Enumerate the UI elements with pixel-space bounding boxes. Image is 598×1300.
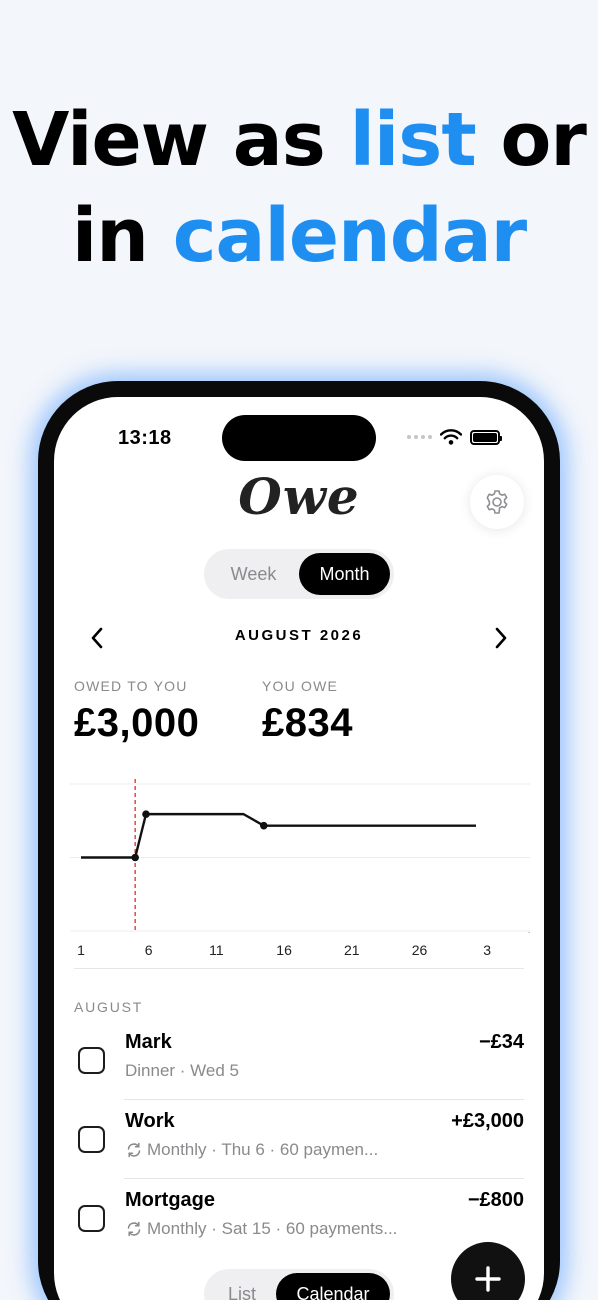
month-label: AUGUST 2026 — [234, 627, 364, 644]
item-subtitle: Dinner · Wed 5 — [125, 1061, 239, 1081]
item-name: Work — [125, 1110, 175, 1132]
item-subtitle: Monthly · Thu 6 · 60 paymen... — [125, 1140, 378, 1160]
dynamic-island — [222, 415, 376, 461]
tab-week[interactable]: Week — [208, 553, 299, 595]
balance-line — [81, 812, 476, 859]
section-label: AUGUST — [74, 999, 144, 1015]
data-point — [259, 821, 268, 830]
item-amount: +£3,000 — [451, 1110, 524, 1132]
headline-accent-calendar: calendar — [172, 193, 527, 279]
plus-icon — [475, 1266, 501, 1292]
signal-icon — [407, 435, 432, 439]
item-subtitle: Monthly · Sat 15 · 60 payments... — [125, 1219, 397, 1239]
x-tick-label: 6 — [145, 942, 153, 958]
you-owe-label: YOU OWE — [262, 678, 339, 694]
data-point — [142, 810, 150, 818]
item-amount: −£34 — [478, 1031, 524, 1053]
gear-icon — [486, 490, 508, 514]
item-subtitle-text: Monthly · Thu 6 · 60 paymen... — [147, 1140, 379, 1159]
headline-line-2: in calendar — [0, 188, 598, 284]
you-owe-value: £834 — [262, 701, 353, 745]
wifi-icon — [440, 429, 462, 445]
x-tick-label: 26 — [412, 942, 428, 958]
status-indicators — [407, 429, 502, 445]
x-tick-label: 16 — [276, 942, 292, 958]
status-time: 13:18 — [118, 427, 172, 449]
item-checkbox[interactable] — [78, 1126, 105, 1153]
x-tick-label: 3 — [483, 942, 491, 958]
tab-calendar[interactable]: Calendar — [276, 1273, 390, 1300]
headline-accent-list: list — [349, 97, 477, 183]
phone-screen: 13:18 Owe Week Month AUGUST 2026 OWED TO… — [54, 397, 544, 1300]
x-tick-label: 1 — [77, 942, 85, 958]
battery-icon — [470, 429, 502, 445]
chevron-right-icon — [495, 627, 507, 649]
view-toggle: List Calendar — [204, 1269, 394, 1300]
headline: View as list or in calendar — [0, 92, 598, 284]
divider — [124, 1178, 524, 1179]
settings-button[interactable] — [470, 475, 524, 529]
owed-to-you-label: OWED TO YOU — [74, 678, 188, 694]
tab-list[interactable]: List — [208, 1273, 276, 1300]
divider — [74, 968, 524, 969]
divider — [124, 1099, 524, 1100]
headline-text: in — [71, 193, 173, 279]
y-tick-label: −£5k — [528, 925, 530, 940]
period-toggle: Week Month — [204, 549, 394, 599]
list-item[interactable]: Work Monthly · Thu 6 · 60 paymen... +£3,… — [54, 1108, 544, 1186]
data-point — [131, 853, 139, 862]
item-name: Mark — [125, 1031, 172, 1053]
item-amount: −£800 — [467, 1189, 524, 1211]
item-checkbox[interactable] — [78, 1205, 105, 1232]
repeat-icon — [127, 1221, 141, 1237]
month-navigation: AUGUST 2026 — [84, 623, 514, 653]
owed-to-you-value: £3,000 — [74, 701, 200, 745]
headline-line-1: View as list or — [0, 92, 598, 188]
item-checkbox[interactable] — [78, 1047, 105, 1074]
item-subtitle-text: Monthly · Sat 15 · 60 payments... — [147, 1219, 398, 1238]
x-tick-label: 11 — [209, 942, 224, 958]
x-tick-label: 21 — [344, 942, 360, 958]
list-item[interactable]: Mark Dinner · Wed 5 −£34 — [54, 1029, 544, 1107]
headline-text: or — [475, 97, 586, 183]
item-subtitle-text: Dinner · Wed 5 — [125, 1061, 240, 1080]
next-month-button[interactable] — [488, 625, 514, 651]
tab-month[interactable]: Month — [299, 553, 390, 595]
item-name: Mortgage — [125, 1189, 215, 1211]
repeat-icon — [127, 1142, 141, 1158]
headline-text: View as — [12, 97, 350, 183]
balance-chart: £5k£0−£5k16111621263 — [70, 779, 530, 958]
phone-frame: 13:18 Owe Week Month AUGUST 2026 OWED TO… — [38, 381, 560, 1300]
